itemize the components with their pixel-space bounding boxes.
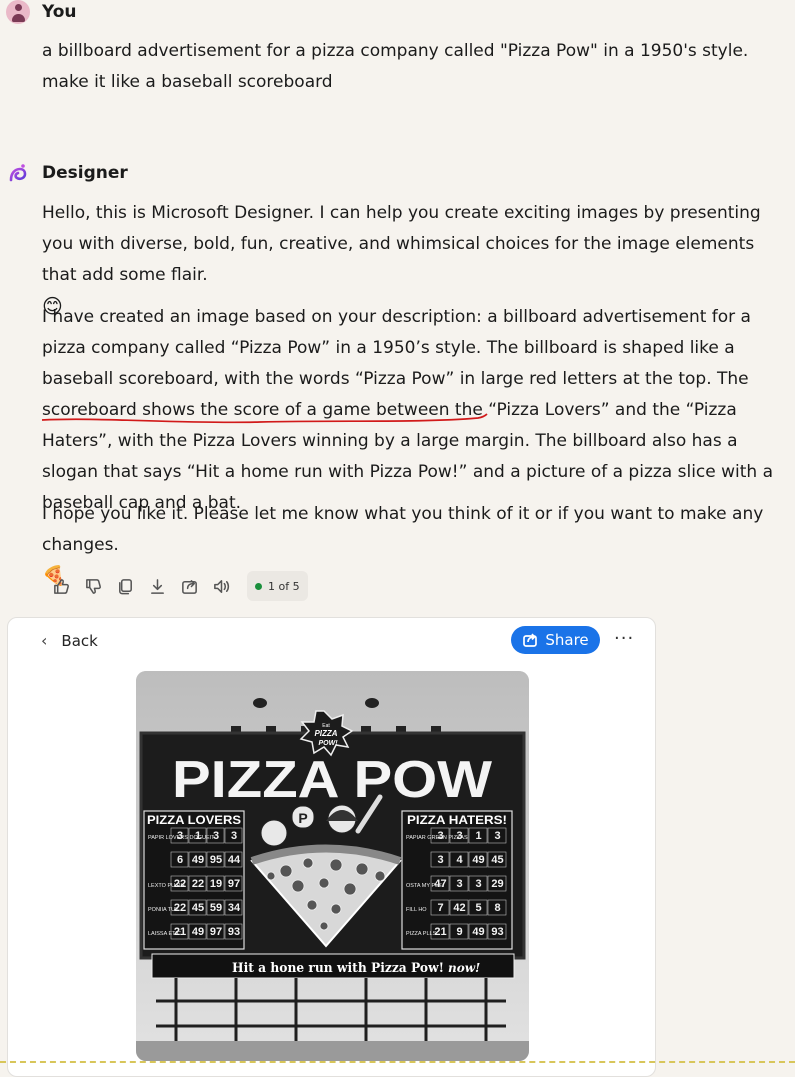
copy-icon[interactable] <box>109 571 141 601</box>
share-label: Share <box>545 631 589 649</box>
star-pow-text: POW! <box>318 740 338 747</box>
right-team-title: PIZZA HATERS! <box>407 813 507 827</box>
right-score-number: 3 <box>437 854 443 866</box>
speaker-icon[interactable] <box>205 571 237 601</box>
designer-intro-text: Hello, this is Microsoft Designer. I can… <box>42 203 761 285</box>
left-score-number: 22 <box>174 878 186 890</box>
right-score-number: 1 <box>475 830 481 842</box>
right-score-number: 3 <box>437 830 443 842</box>
page-indicator[interactable]: 1 of 5 <box>247 571 308 601</box>
more-options-icon[interactable]: ··· <box>614 628 634 649</box>
message-actions: 1 of 5 <box>45 571 308 601</box>
right-score-number: 9 <box>456 926 462 938</box>
billboard-headline: PIZZA POW <box>172 751 493 809</box>
download-icon[interactable] <box>141 571 173 601</box>
back-button[interactable]: ‹ Back <box>41 631 98 650</box>
left-score-number: 97 <box>210 926 222 938</box>
right-score-number: 7 <box>437 902 443 914</box>
left-score-number: 22 <box>192 878 204 890</box>
export-icon[interactable] <box>173 571 205 601</box>
left-score-number: 19 <box>210 878 222 890</box>
right-score-number: 42 <box>453 902 465 914</box>
designer-name: Designer <box>42 163 128 183</box>
left-score-number: 49 <box>192 854 204 866</box>
generated-billboard-image[interactable]: Eat PIZZA POW! PIZZA POW PIZZA LOVERS PA… <box>136 671 529 1061</box>
right-score-number: 3 <box>494 830 500 842</box>
thumbs-up-icon[interactable] <box>45 571 77 601</box>
red-underline-annotation <box>41 413 488 424</box>
right-score-number: 8 <box>494 902 500 914</box>
image-card: ‹ Back Share ··· Eat PIZZA POW! PIZZA PO… <box>7 617 656 1077</box>
page-divider <box>0 1061 795 1063</box>
right-score-number: 49 <box>472 926 484 938</box>
left-score-number: 6 <box>177 854 183 866</box>
left-score-number: 3 <box>177 830 183 842</box>
share-button[interactable]: Share <box>511 626 600 654</box>
left-score-number: 3 <box>231 830 237 842</box>
status-dot <box>255 582 262 590</box>
right-row-label: FILL HO <box>406 907 427 913</box>
left-score-number: 93 <box>228 926 240 938</box>
user-prompt: a billboard advertisement for a pizza co… <box>42 41 749 92</box>
left-score-number: 49 <box>192 926 204 938</box>
thumbs-down-icon[interactable] <box>77 571 109 601</box>
left-score-number: 97 <box>228 878 240 890</box>
left-score-number: 21 <box>174 926 186 938</box>
chevron-left-icon: ‹ <box>41 631 48 650</box>
left-score-number: 45 <box>192 902 204 914</box>
designer-logo-icon <box>9 164 27 182</box>
left-score-number: 59 <box>210 902 222 914</box>
left-score-number: 95 <box>210 854 222 866</box>
right-score-number: 29 <box>491 878 503 890</box>
svg-text:P: P <box>298 810 307 826</box>
right-score-number: 3 <box>456 830 462 842</box>
right-score-number: 49 <box>472 854 484 866</box>
left-score-number: 3 <box>213 830 219 842</box>
right-score-number: 47 <box>434 878 446 890</box>
left-team-title: PIZZA LOVERS <box>147 813 241 827</box>
left-score-number: 34 <box>228 902 241 914</box>
right-score-number: 4 <box>456 854 463 866</box>
left-score-number: 44 <box>228 854 241 866</box>
right-score-number: 3 <box>456 878 462 890</box>
right-score-number: 93 <box>491 926 503 938</box>
star-pizza-text: PIZZA <box>314 729 337 738</box>
designer-description: I have created an image based on your de… <box>42 302 787 519</box>
right-score-number: 21 <box>434 926 446 938</box>
billboard-slogan-tail: now! <box>448 961 480 975</box>
user-avatar <box>6 0 30 24</box>
billboard-slogan: Hit a hone run with Pizza Pow! <box>232 961 444 976</box>
right-row-label: PIZZA PLLS <box>406 931 437 937</box>
page-indicator-text: 1 of 5 <box>268 579 300 593</box>
user-name: You <box>42 2 77 22</box>
right-score-number: 5 <box>475 902 481 914</box>
share-icon <box>523 633 538 647</box>
back-label: Back <box>61 631 98 650</box>
right-score-number: 3 <box>475 878 481 890</box>
right-score-number: 45 <box>491 854 503 866</box>
left-score-number: 22 <box>174 902 186 914</box>
closing-text: I hope you like it. Please let me know w… <box>42 504 764 555</box>
left-score-number: 1 <box>195 830 201 842</box>
